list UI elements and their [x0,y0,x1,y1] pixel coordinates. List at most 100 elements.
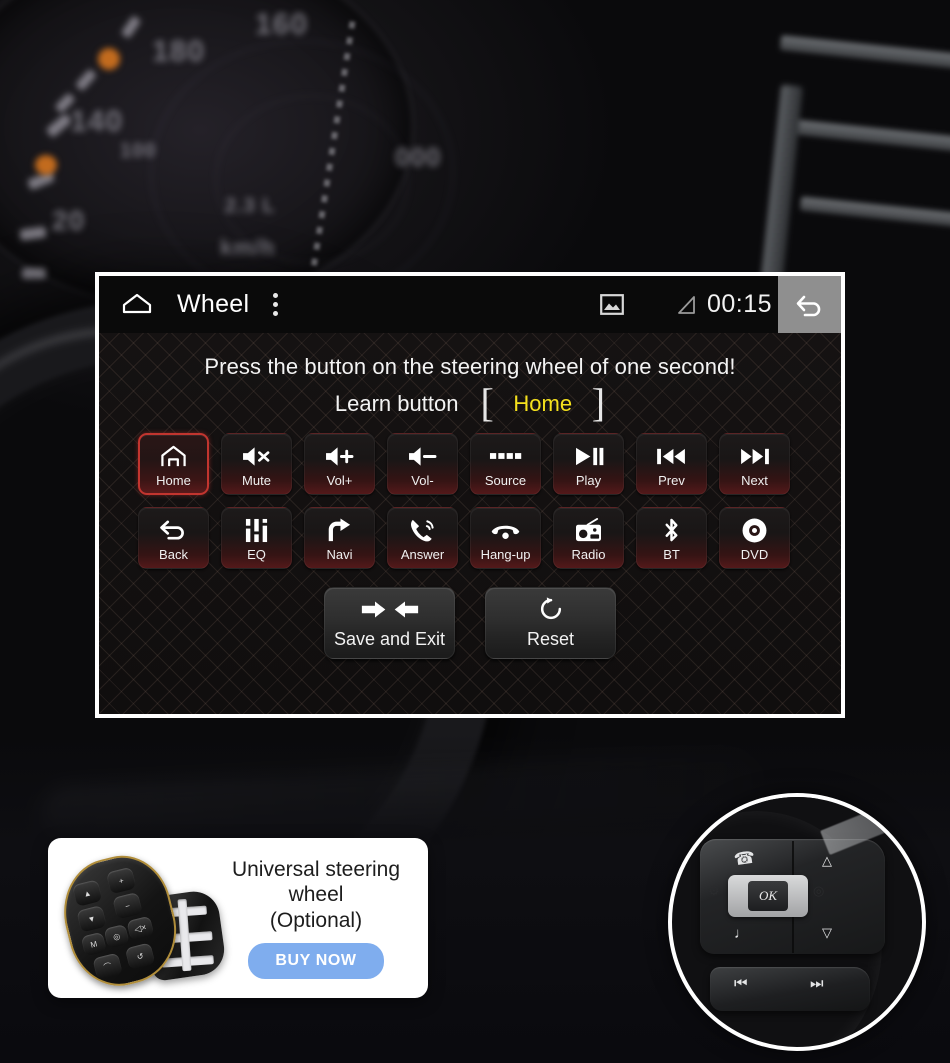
arrows-inward-icon [360,596,420,622]
status-area: 00:15 [600,276,841,333]
ok-button-label: OK [748,881,788,911]
instruction-text: Press the button on the steering wheel o… [204,354,736,379]
promo-title-line1: Universal steering wheel [231,857,401,907]
function-button-label: Vol- [411,473,434,488]
promo-title-line2: (Optional) [269,908,363,932]
function-button-bluetooth[interactable]: BT [636,507,707,569]
next-track-symbol: ⏭ [810,975,824,992]
remote-key-hangup: ↺ [124,942,156,970]
action-button-label: Reset [526,629,575,649]
volume-up-icon [323,441,356,471]
dial-warning-lamp [35,155,57,175]
function-button-navi[interactable]: Navi [304,507,375,569]
function-button-label: Home [156,473,191,488]
function-button-back[interactable]: Back [138,507,209,569]
next-track-icon [738,441,771,471]
function-button-label: Answer [400,547,445,562]
volume-mute-icon [240,441,273,471]
down-arrow-symbol: ▽ [822,925,832,940]
remote-key-select: ◎ [103,923,130,949]
remote-key-up: ▲ [72,879,103,907]
steering-wheel-photo-inset: ☎ △ ▽ ♩ ⚙ ◎ OK ⏮ ⏭ [668,793,926,1051]
learn-button-value: Home [513,391,573,416]
cluster-number: 2.3 L [225,195,276,217]
remote-key-mute: ◁× [126,915,155,941]
prev-track-symbol: ⏮ [734,975,748,992]
action-button-label: Save and Exit [333,629,446,649]
phone-hangup-icon [489,515,522,545]
function-button-source[interactable]: Source [470,433,541,495]
voice-symbol: ♩ [734,925,749,942]
learn-button-label: Learn button [334,391,459,416]
remote-key-down: ▼ [76,904,107,933]
remote-key-plus: + [105,866,137,895]
promo-card[interactable]: ▲ + ▼ − M ◎ ◁× ⌒ ↺ Universal steering wh… [48,838,428,998]
function-button-label: Radio [571,547,606,562]
function-button-grid: Home Mute Vol+ Vol- Source Play Prev Nex… [138,433,802,581]
buy-now-button[interactable]: BUY NOW [248,943,384,980]
volume-down-icon [406,441,439,471]
previous-track-icon [655,441,688,471]
function-button-label: Mute [242,473,271,488]
cluster-number: 000 [395,142,442,172]
cluster-number: 140 [70,105,124,138]
function-button-label: Prev [658,473,685,488]
function-button-next[interactable]: Next [719,433,790,495]
home-outline-icon[interactable] [119,287,155,323]
function-button-label: Hang-up [480,547,531,562]
function-button-hangup[interactable]: Hang-up [470,507,541,569]
back-button[interactable] [778,276,841,333]
more-vertical-icon[interactable] [267,289,284,320]
left-function-symbol: ⚙ [708,883,720,898]
function-button-label: Play [575,473,602,488]
function-button-label: Back [159,547,188,562]
signal-triangle-icon [676,294,698,316]
turn-right-arrow-icon [326,515,353,545]
function-button-radio[interactable]: Radio [553,507,624,569]
home-icon [159,441,188,471]
function-button-volume-down[interactable]: Vol- [387,433,458,495]
page-title: Wheel [177,290,250,318]
function-button-play[interactable]: Play [553,433,624,495]
function-button-mute[interactable]: Mute [221,433,292,495]
learn-stage: Press the button on the steering wheel o… [99,333,841,714]
function-button-label: Vol+ [326,473,353,488]
remote-key-mode: M [80,931,107,957]
dial-tick [22,268,46,279]
function-button-label: Next [741,473,768,488]
dial-warning-lamp [98,48,120,70]
source-squares-icon [489,441,522,471]
function-button-volume-up[interactable]: Vol+ [304,433,375,495]
learn-button-row: Learn button [ Home ] [334,380,606,425]
head-unit-panel: Wheel 00:15 Press the button on the stee… [95,272,845,718]
refresh-circle-icon [538,596,564,622]
function-button-dvd[interactable]: DVD [719,507,790,569]
phone-symbol: ☎ [732,847,757,870]
ok-button-photo: OK [728,875,808,917]
action-button-row: Save and Exit Reset [99,587,841,659]
function-button-label: DVD [740,547,769,562]
function-button-home[interactable]: Home [138,433,209,495]
up-arrow-symbol: △ [822,853,832,868]
cluster-number: 160 [255,8,309,41]
function-button-label: Source [484,473,527,488]
function-button-label: Navi [326,547,353,562]
play-pause-icon [572,441,605,471]
function-button-label: BT [663,547,680,562]
clock-time: 00:15 [706,290,772,318]
function-button-eq[interactable]: EQ [221,507,292,569]
radio-icon [574,515,603,545]
phone-answer-icon [408,515,437,545]
disc-icon [741,515,768,545]
remote-key-answer: ⌒ [92,952,123,981]
function-button-prev[interactable]: Prev [636,433,707,495]
reset-button[interactable]: Reset [485,587,616,659]
save-and-exit-button[interactable]: Save and Exit [324,587,455,659]
remote-key-minus: − [112,891,143,920]
function-button-label: EQ [247,547,266,562]
cluster-number: 180 [152,35,206,68]
promo-text: Universal steering wheel (Optional) BUY … [214,857,428,980]
bluetooth-icon [661,515,682,545]
picture-icon [600,294,624,315]
function-button-answer[interactable]: Answer [387,507,458,569]
